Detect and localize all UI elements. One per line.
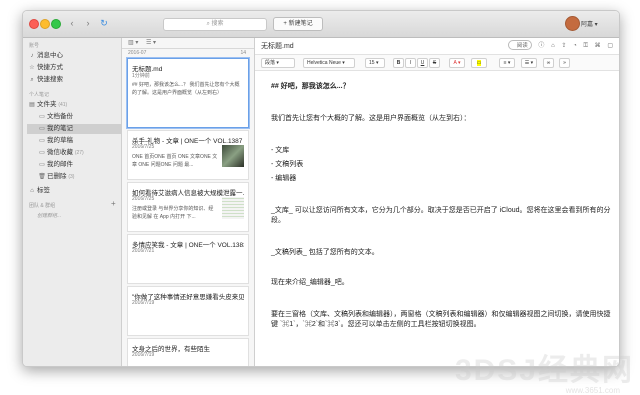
sidebar-item-trash[interactable]: 🗑已删除 (3) xyxy=(37,172,117,182)
underline-button[interactable]: U xyxy=(417,58,428,68)
sidebar-item-my-drafts[interactable]: ▭ 我的草稿 xyxy=(37,136,117,146)
highlight-button[interactable]: ▭ xyxy=(471,58,487,68)
editor: 无标题.md 阅读 ⓘ ⌂ ⇪ ◔ ⚿ ⌘ ▢ 段落 ▾ Helvetica N… xyxy=(255,38,619,366)
text-color-button[interactable]: A ▾ xyxy=(449,58,465,68)
strikethrough-button[interactable]: S xyxy=(429,58,440,68)
sidebar-item-quick-search[interactable]: ⌕ 快速搜索 xyxy=(27,75,117,85)
title-bar: ‹ › ↻ ⌕ 搜索 + 新建笔记 阿嘉 ▾ xyxy=(23,11,619,38)
paragraph: _文稿列表_ 包括了您所有的文本。 xyxy=(271,249,379,256)
add-team-button[interactable]: + xyxy=(111,199,116,208)
watermark: 3DSJ经典网 xyxy=(454,354,634,387)
bell-icon: ♪ xyxy=(30,53,34,59)
note-card[interactable]: 如何看待艾滋病人信息被大规模泄露一... 2016/7/25 注册或登录 与世界… xyxy=(127,182,249,232)
bold-button[interactable]: B xyxy=(393,58,404,68)
notes-section-title: 个人笔记 xyxy=(29,92,50,98)
align-button[interactable]: ≡ ▾ xyxy=(499,58,515,68)
back-arrow-icon[interactable]: ‹ xyxy=(67,17,77,29)
highlight-icon: ▭ xyxy=(476,60,482,66)
note-thumbnail xyxy=(222,197,244,219)
note-count: 14 xyxy=(240,50,246,56)
sync-icon[interactable]: ↻ xyxy=(99,17,109,29)
note-card[interactable]: "你做了这种事情还好意思嫌看头皮来见... 2016/7/19 xyxy=(127,286,249,336)
team-section-title: 团队 & 群组 xyxy=(29,203,56,209)
folder-icon: ▭ xyxy=(39,126,45,132)
create-team-link[interactable]: 创建群组... xyxy=(37,212,61,219)
sidebar-item-tags[interactable]: ⌂ 标签 xyxy=(27,186,117,196)
format-bar: 段落 ▾ Helvetica Neue ▾ 15 ▾ B I U S A ▾ ▭… xyxy=(255,54,619,71)
forward-arrow-icon[interactable]: › xyxy=(83,17,93,29)
note-card[interactable]: 多情应笑我 - 文章 | ONE一个 VOL.1383 2016/7/21 xyxy=(127,234,249,284)
sidebar-item-messages[interactable]: ♪ 消息中心 xyxy=(27,51,117,61)
comment-icon[interactable]: ▢ xyxy=(607,43,613,49)
share-icon[interactable]: ⇪ xyxy=(561,43,566,49)
sidebar-item-wechat[interactable]: ▭ 微信收藏 (27) xyxy=(37,148,117,158)
font-size-select[interactable]: 15 ▾ xyxy=(365,58,385,68)
sidebar: 账号 ♪ 消息中心 ☆ 快捷方式 ⌕ 快速搜索 个人笔记 ▤ 文件夹 (41) ▭ 文档备… xyxy=(23,38,122,366)
note-thumbnail xyxy=(222,145,244,167)
note-card[interactable]: 无标题.md 1分钟前 ## 好吧，那我该怎么...？ 我们首先让您有个大概的了… xyxy=(127,58,249,128)
paragraph: 现在来介绍_编辑器_吧。 xyxy=(271,279,349,286)
note-list-toolbar: ▥ ▾ ☰ ▾ xyxy=(122,38,254,49)
zoom-window-button[interactable] xyxy=(51,19,61,29)
minimize-window-button[interactable] xyxy=(40,19,50,29)
paragraph-select[interactable]: 段落 ▾ xyxy=(261,58,295,68)
sidebar-item-my-notes[interactable]: ▭ 我的笔记 xyxy=(27,124,121,134)
tag-icon[interactable]: ⌂ xyxy=(551,43,555,49)
app-window: ‹ › ↻ ⌕ 搜索 + 新建笔记 阿嘉 ▾ 账号 ♪ 消息中心 ☆ 快捷方式 ⌕ 快… xyxy=(22,10,620,367)
view-mode-icon[interactable]: ▥ ▾ xyxy=(128,39,138,46)
editor-toolbar: 阅读 ⓘ ⌂ ⇪ ◔ ⚿ ⌘ ▢ xyxy=(503,40,613,50)
clock-icon[interactable]: ◔ xyxy=(573,43,577,49)
note-title[interactable]: 无标题.md xyxy=(261,41,294,51)
avatar[interactable] xyxy=(565,16,580,31)
font-select[interactable]: Helvetica Neue ▾ xyxy=(303,58,355,68)
folder-icon: ▭ xyxy=(39,138,45,144)
date-group-label: 2016-07 xyxy=(128,50,147,56)
folder-icon: ▤ xyxy=(29,102,35,108)
folder-icon: ▭ xyxy=(39,162,45,168)
sidebar-item-doc-backup[interactable]: ▭ 文档备份 xyxy=(37,112,117,122)
folder-icon: ▭ xyxy=(39,150,45,156)
sidebar-item-folders[interactable]: ▤ 文件夹 (41) xyxy=(27,100,117,110)
link-button[interactable]: ∞ xyxy=(543,58,554,68)
paragraph: - 文库 xyxy=(271,147,290,154)
note-card[interactable]: 文身之后的世界，有些陌生 2016/7/19 xyxy=(127,338,249,366)
preview-toggle[interactable]: 阅读 xyxy=(507,40,532,50)
tag-icon: ⌂ xyxy=(30,188,34,194)
attachment-icon[interactable]: ⌘ xyxy=(595,43,601,49)
more-button[interactable]: » xyxy=(559,58,570,68)
lock-icon[interactable]: ⚿ xyxy=(583,43,588,49)
new-note-button[interactable]: + 新建笔记 xyxy=(273,17,323,31)
sidebar-item-shortcuts[interactable]: ☆ 快捷方式 xyxy=(27,63,117,73)
info-icon[interactable]: ⓘ xyxy=(538,43,544,49)
paragraph: - 编辑器 xyxy=(271,175,297,182)
list-button[interactable]: ☰ ▾ xyxy=(521,58,537,68)
search-icon: ⌕ xyxy=(30,77,34,83)
star-icon: ☆ xyxy=(29,65,35,71)
paragraph: 要在三窗格（文库、文稿列表和编辑器），两窗格（文稿列表和编辑器）和仅编辑器视图之… xyxy=(271,311,611,328)
paragraph: - 文稿列表 xyxy=(271,161,304,168)
sort-icon[interactable]: ☰ ▾ xyxy=(146,39,156,46)
sidebar-item-my-mail[interactable]: ▭ 我的邮件 xyxy=(37,160,117,170)
paragraph: ## 好吧，那我该怎么...？ xyxy=(271,83,350,90)
user-menu[interactable]: 阿嘉 ▾ xyxy=(581,19,598,28)
italic-button[interactable]: I xyxy=(405,58,416,68)
close-window-button[interactable] xyxy=(29,19,39,29)
search-input[interactable]: ⌕ 搜索 xyxy=(163,18,267,31)
paragraph: _文库_ 可以让您访问所有文本，它分为几个部分。取决于您是否已开启了 iClou… xyxy=(271,207,611,224)
note-card[interactable]: 杀手-礼物 - 文章 | ONE一个 VOL.1387 2016/7/25 ON… xyxy=(127,130,249,180)
trash-icon: 🗑 xyxy=(38,174,46,180)
note-list: ▥ ▾ ☰ ▾ 2016-07 14 无标题.md 1分钟前 ## 好吧，那我该… xyxy=(122,38,255,366)
paragraph: 我们首先让您有个大概的了解。这是用户界面概览（从左到右）： xyxy=(271,115,471,122)
folder-icon: ▭ xyxy=(39,114,45,120)
account-section-title: 账号 xyxy=(29,43,40,49)
watermark-url: www.3651.com xyxy=(565,386,620,395)
